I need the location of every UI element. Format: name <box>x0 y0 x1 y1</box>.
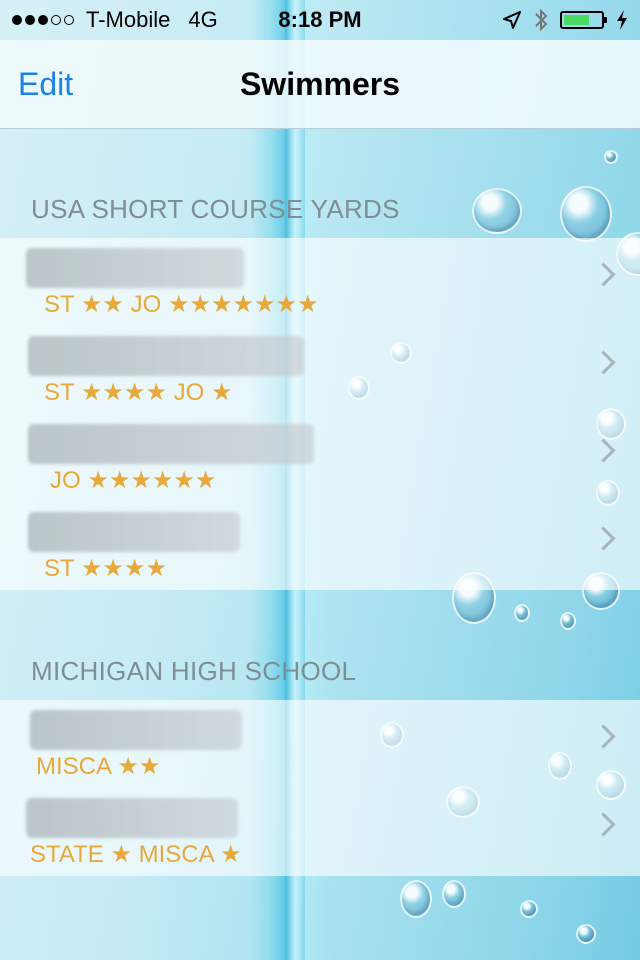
page-title: Swimmers <box>239 66 401 102</box>
swimmer-row[interactable]: ST ★★★★ JO ★ <box>0 326 640 414</box>
chevron-right-icon <box>591 526 616 551</box>
navigation-bar: Edit Swimmers <box>0 40 640 129</box>
swimmer-name-redacted <box>30 710 242 750</box>
swimmer-ratings: ST ★★★★ <box>44 555 167 582</box>
battery-icon <box>560 11 607 29</box>
location-arrow-icon <box>503 11 521 29</box>
chevron-right-icon <box>591 350 616 375</box>
bubble-decoration <box>604 150 618 164</box>
chevron-right-icon <box>591 262 616 287</box>
bluetooth-icon <box>535 8 548 32</box>
swimmer-row[interactable]: ST ★★★★ <box>0 502 640 590</box>
bubble-decoration <box>560 186 612 242</box>
swimmer-ratings: ST ★★ JO ★★★★★★★ <box>44 291 319 318</box>
charging-bolt-icon <box>617 10 627 30</box>
swimmer-row[interactable]: MISCA ★★ <box>0 700 640 788</box>
bubble-decoration <box>520 900 538 918</box>
swimmer-name-redacted <box>28 512 240 552</box>
swimmer-row[interactable]: STATE ★ MISCA ★ <box>0 788 640 876</box>
bubble-decoration <box>514 604 530 622</box>
swimmer-ratings: JO ★★★★★★ <box>50 467 217 494</box>
status-bar: T-Mobile 4G 8:18 PM <box>0 0 640 40</box>
swimmer-name-redacted <box>28 424 314 464</box>
swimmer-ratings: STATE ★ MISCA ★ <box>30 841 242 868</box>
swimmer-group-usa: ST ★★ JO ★★★★★★★ ST ★★★★ JO ★ JO ★★★★★★ … <box>0 238 640 590</box>
bubble-decoration <box>442 880 466 908</box>
swimmer-group-michigan: MISCA ★★ STATE ★ MISCA ★ <box>0 700 640 876</box>
swimmer-name-redacted <box>26 248 244 288</box>
section-header-michigan-high-school: MICHIGAN HIGH SCHOOL <box>31 656 357 686</box>
swimmer-ratings: MISCA ★★ <box>36 753 161 780</box>
swimmer-ratings: ST ★★★★ JO ★ <box>44 379 233 406</box>
section-header-usa-short-course-yards: USA SHORT COURSE YARDS <box>31 194 400 224</box>
bubble-decoration <box>472 188 522 234</box>
bubble-decoration <box>400 880 432 918</box>
chevron-right-icon <box>591 438 616 463</box>
swimmer-name-redacted <box>26 798 238 838</box>
bubble-decoration <box>560 612 576 630</box>
chevron-right-icon <box>591 812 616 837</box>
swimmer-name-redacted <box>28 336 304 376</box>
swimmer-row[interactable]: JO ★★★★★★ <box>0 414 640 502</box>
swimmer-row[interactable]: ST ★★ JO ★★★★★★★ <box>0 238 640 326</box>
bubble-decoration <box>576 924 596 944</box>
chevron-right-icon <box>591 724 616 749</box>
